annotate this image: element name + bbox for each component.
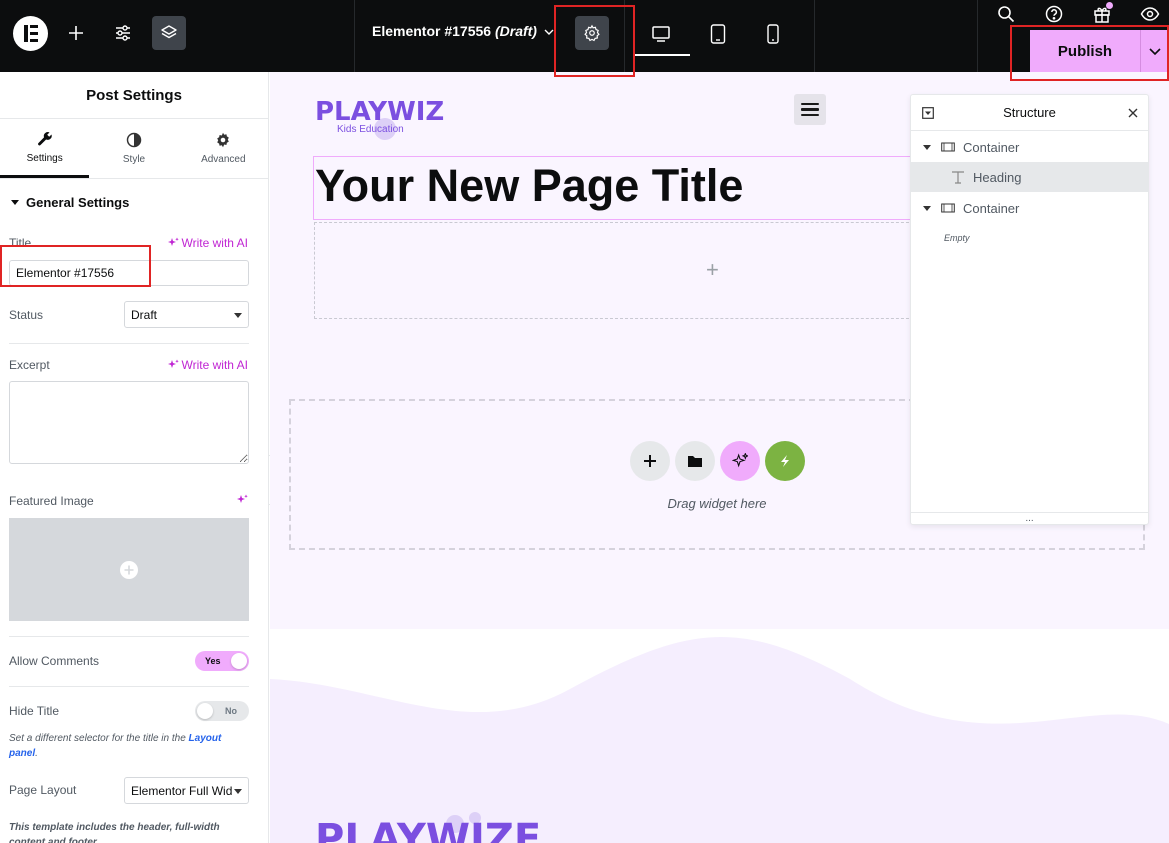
tablet-view-button[interactable] bbox=[692, 16, 744, 52]
tablet-icon bbox=[710, 24, 726, 44]
help-icon[interactable] bbox=[1043, 3, 1065, 25]
caret-down-icon bbox=[923, 206, 931, 211]
hide-title-label: Hide Title bbox=[9, 704, 60, 718]
structure-panel: Structure Container Heading Container Em… bbox=[910, 94, 1149, 525]
chevron-down-icon[interactable] bbox=[543, 25, 555, 43]
caret-down-icon bbox=[11, 200, 19, 205]
structure-item-heading[interactable]: Heading bbox=[911, 162, 1148, 192]
heading-t-icon bbox=[952, 171, 964, 184]
sparkle-icon bbox=[167, 359, 179, 368]
top-bar: Elementor #17556 (Draft) Publish bbox=[0, 0, 1169, 72]
footer-logo: PLAYWIZE bbox=[315, 812, 541, 843]
tab-style-label: Style bbox=[122, 154, 146, 165]
tab-style[interactable]: Style bbox=[89, 119, 178, 178]
sparkle-icon bbox=[167, 237, 179, 246]
wrench-icon bbox=[37, 131, 52, 145]
title-input[interactable]: Elementor #17556 bbox=[9, 260, 249, 286]
plus-circle-icon bbox=[120, 560, 138, 579]
mobile-view-button[interactable] bbox=[747, 16, 799, 52]
sparkle-icon[interactable] bbox=[236, 494, 248, 506]
gear-icon bbox=[217, 132, 230, 148]
lightning-icon bbox=[781, 455, 789, 467]
structure-item-container[interactable]: Container bbox=[911, 193, 1148, 223]
add-widget-button[interactable] bbox=[630, 441, 670, 481]
gear-icon bbox=[584, 24, 600, 42]
gift-icon[interactable] bbox=[1091, 2, 1113, 25]
caret-down-icon bbox=[234, 312, 242, 318]
plus-icon bbox=[644, 455, 656, 467]
container-icon bbox=[941, 142, 955, 152]
title-label: Title bbox=[9, 236, 32, 250]
post-settings-panel: Post Settings Settings Style Advanced Ge… bbox=[0, 72, 269, 843]
tab-settings-label: Settings bbox=[26, 152, 63, 164]
publish-options-button[interactable] bbox=[1141, 30, 1169, 72]
status-label: Status bbox=[9, 308, 44, 322]
caret-down-icon bbox=[923, 145, 931, 150]
page-layout-note: This template includes the header, full-… bbox=[9, 822, 220, 843]
container-icon bbox=[941, 203, 955, 213]
template-library-button[interactable] bbox=[675, 441, 715, 481]
structure-item-empty: Empty bbox=[944, 233, 970, 243]
desktop-view-button[interactable] bbox=[635, 16, 690, 56]
folder-icon bbox=[688, 456, 702, 467]
page-settings-button[interactable] bbox=[575, 16, 609, 50]
caret-down-icon bbox=[234, 788, 242, 794]
tab-advanced-label: Advanced bbox=[201, 154, 246, 165]
logo-text: PLAYWIZE bbox=[315, 97, 445, 127]
publish-button[interactable]: Publish bbox=[1030, 30, 1140, 72]
close-icon[interactable] bbox=[1128, 108, 1138, 118]
tab-advanced[interactable]: Advanced bbox=[179, 119, 268, 178]
desktop-icon bbox=[652, 26, 670, 42]
sparkle-icon bbox=[732, 453, 748, 468]
structure-item-container[interactable]: Container bbox=[911, 132, 1148, 162]
document-name: Elementor #17556 bbox=[372, 23, 492, 39]
site-settings-button[interactable] bbox=[106, 16, 140, 50]
sliders-icon bbox=[116, 25, 130, 41]
hide-title-toggle[interactable]: No bbox=[195, 701, 249, 721]
search-icon[interactable] bbox=[995, 3, 1017, 25]
empty-container[interactable] bbox=[314, 222, 924, 319]
preview-eye-icon[interactable] bbox=[1139, 3, 1161, 25]
allow-comments-label: Allow Comments bbox=[9, 654, 100, 668]
resize-handle[interactable]: ... bbox=[911, 512, 1148, 524]
featured-image-placeholder[interactable] bbox=[9, 518, 249, 621]
excerpt-textarea[interactable] bbox=[9, 381, 249, 464]
page-layout-select[interactable]: Elementor Full Wid bbox=[124, 777, 249, 804]
ai-button[interactable] bbox=[720, 441, 760, 481]
add-element-button[interactable] bbox=[59, 16, 93, 50]
plus-icon bbox=[69, 26, 83, 40]
dropdown-box-icon[interactable] bbox=[922, 107, 934, 119]
page-heading[interactable]: Your New Page Title bbox=[315, 160, 743, 212]
page-layout-label: Page Layout bbox=[9, 783, 77, 797]
write-with-ai-excerpt-link[interactable]: Write with AI bbox=[167, 358, 248, 372]
site-logo[interactable]: PLAYWIZE Kids Education bbox=[315, 90, 462, 147]
hide-title-note: Set a different selector for the title i… bbox=[9, 733, 222, 759]
write-with-ai-title-link[interactable]: Write with AI bbox=[167, 236, 248, 250]
panel-title: Post Settings bbox=[0, 72, 268, 119]
layers-icon bbox=[161, 25, 177, 39]
document-status: (Draft) bbox=[494, 23, 537, 39]
plus-icon[interactable]: + bbox=[706, 257, 719, 283]
mobile-icon bbox=[767, 24, 779, 44]
chevron-down-icon bbox=[1149, 48, 1161, 56]
structure-header: Structure bbox=[911, 95, 1148, 131]
half-circle-icon bbox=[126, 132, 142, 148]
structure-title: Structure bbox=[1003, 105, 1056, 120]
excerpt-label: Excerpt bbox=[9, 358, 50, 372]
footer-logo-text: PLAYWIZE bbox=[315, 816, 541, 843]
elementor-logo-icon[interactable] bbox=[13, 16, 48, 51]
document-title[interactable]: Elementor #17556 (Draft) bbox=[372, 23, 537, 39]
allow-comments-toggle[interactable]: Yes bbox=[195, 651, 249, 671]
featured-image-label: Featured Image bbox=[9, 494, 94, 508]
status-select[interactable]: Draft bbox=[124, 301, 249, 328]
section-title: General Settings bbox=[26, 194, 130, 210]
structure-button[interactable] bbox=[152, 16, 186, 50]
kit-button[interactable] bbox=[765, 441, 805, 481]
hamburger-menu-icon[interactable] bbox=[794, 94, 826, 125]
logo-tagline: Kids Education bbox=[337, 124, 404, 135]
tab-settings[interactable]: Settings bbox=[0, 119, 90, 178]
general-settings-section[interactable]: General Settings bbox=[0, 179, 268, 225]
panel-tabs: Settings Style Advanced bbox=[0, 119, 268, 179]
